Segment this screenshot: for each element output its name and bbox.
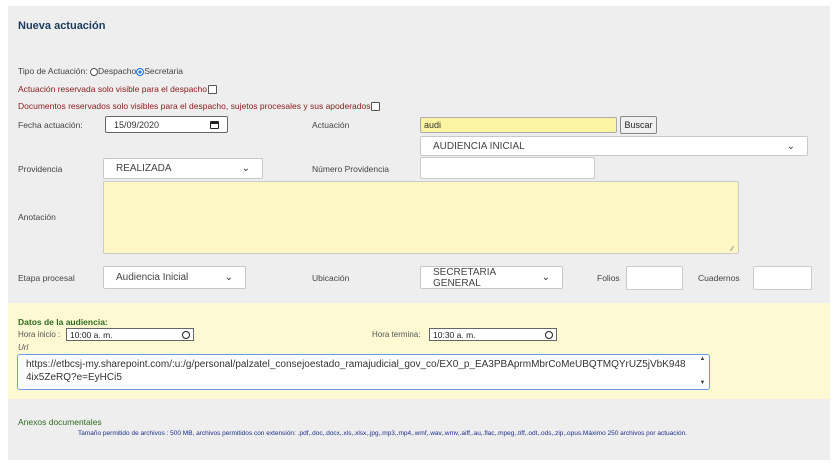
radio-secretaria-label: Secretaria <box>144 66 184 76</box>
anexos-note: Tamaño permitido de archivos : 500 MB, a… <box>78 430 687 437</box>
clock-icon[interactable] <box>182 330 190 339</box>
folios-input[interactable] <box>626 266 683 290</box>
fecha-input[interactable]: 15/09/2020 <box>105 116 228 133</box>
hora-inicio-input[interactable]: 10:00 a. m. <box>66 328 194 341</box>
reserved-documentos-checkbox[interactable] <box>371 102 381 112</box>
url-scrollbar[interactable]: ▲ ▼ <box>697 356 708 386</box>
actuacion-result-value: AUDIENCIA INICIAL <box>433 140 525 152</box>
ubicacion-label: Ubicación <box>312 273 350 283</box>
etapa-label: Etapa procesal <box>18 273 75 283</box>
anexos-label: Anexos documentales <box>18 417 102 427</box>
providencia-label: Providencia <box>18 164 63 174</box>
cuadernos-label: Cuadernos <box>698 273 740 283</box>
radio-despacho-label: Despacho <box>97 66 137 76</box>
page-title: Nueva actuación <box>18 20 106 32</box>
actuacion-search-input[interactable]: audi <box>420 117 617 133</box>
reserved-documentos-label: Documentos reservados solo visibles para… <box>18 101 371 111</box>
fecha-label: Fecha actuación: <box>18 120 83 130</box>
anotacion-label: Anotación <box>18 212 56 222</box>
hora-inicio-value: 10:00 a. m. <box>70 329 113 340</box>
hora-termina-input[interactable]: 10:30 a. m. <box>429 328 557 341</box>
etapa-value: Audiencia Inicial <box>116 272 189 283</box>
folios-label: Folios <box>597 273 620 283</box>
chevron-down-icon: ⌄ <box>786 140 795 152</box>
reserved-actuacion-label: Actuación reservada solo visible para el… <box>18 84 208 94</box>
scroll-up-icon[interactable]: ▲ <box>700 356 706 362</box>
tipo-actuacion-row: Tipo de Actuación: Despacho Secretaria <box>18 66 183 76</box>
fecha-value: 15/09/2020 <box>114 119 160 130</box>
numero-providencia-input[interactable] <box>420 157 595 179</box>
resize-handle-icon[interactable]: ∕∕ <box>731 246 733 253</box>
reserved-documentos-row: Documentos reservados solo visibles para… <box>18 101 381 112</box>
hora-inicio-label: Hora inicio : <box>18 330 61 339</box>
hora-termina-value: 10:30 a. m. <box>433 329 476 340</box>
url-textarea[interactable]: https://etbcsj-my.sharepoint.com/:u:/g/p… <box>17 354 710 390</box>
tipo-actuacion-label: Tipo de Actuación: <box>18 66 90 76</box>
hora-termina-label: Hora termina: <box>372 330 421 339</box>
calendar-icon[interactable] <box>210 120 219 129</box>
anotacion-textarea[interactable] <box>103 181 739 254</box>
etapa-select[interactable]: Audiencia Inicial ⌄ <box>103 266 246 289</box>
actuacion-result-select[interactable]: AUDIENCIA INICIAL ⌄ <box>420 136 808 156</box>
cuadernos-input[interactable] <box>753 266 812 290</box>
reserved-actuacion-checkbox[interactable] <box>208 85 218 95</box>
buscar-button[interactable]: Buscar <box>620 116 657 134</box>
chevron-down-icon: ⌄ <box>241 163 250 174</box>
numero-providencia-label: Número Providencia <box>312 164 390 174</box>
providencia-value: REALIZADA <box>116 163 172 174</box>
chevron-down-icon: ⌄ <box>541 272 550 283</box>
ubicacion-value: SECRETARIA GENERAL <box>433 266 496 289</box>
actuacion-label: Actuación <box>312 120 350 130</box>
providencia-select[interactable]: REALIZADA ⌄ <box>103 158 263 179</box>
scroll-down-icon[interactable]: ▼ <box>700 380 706 386</box>
ubicacion-select[interactable]: SECRETARIA GENERAL ⌄ <box>420 266 563 289</box>
url-label: Url <box>18 343 29 352</box>
clock-icon[interactable] <box>545 330 553 339</box>
chevron-down-icon: ⌄ <box>224 272 233 283</box>
reserved-actuacion-row: Actuación reservada solo visible para el… <box>18 84 218 95</box>
radio-despacho[interactable] <box>89 67 98 76</box>
audiencia-header: Datos de la audiencia: <box>18 317 108 327</box>
